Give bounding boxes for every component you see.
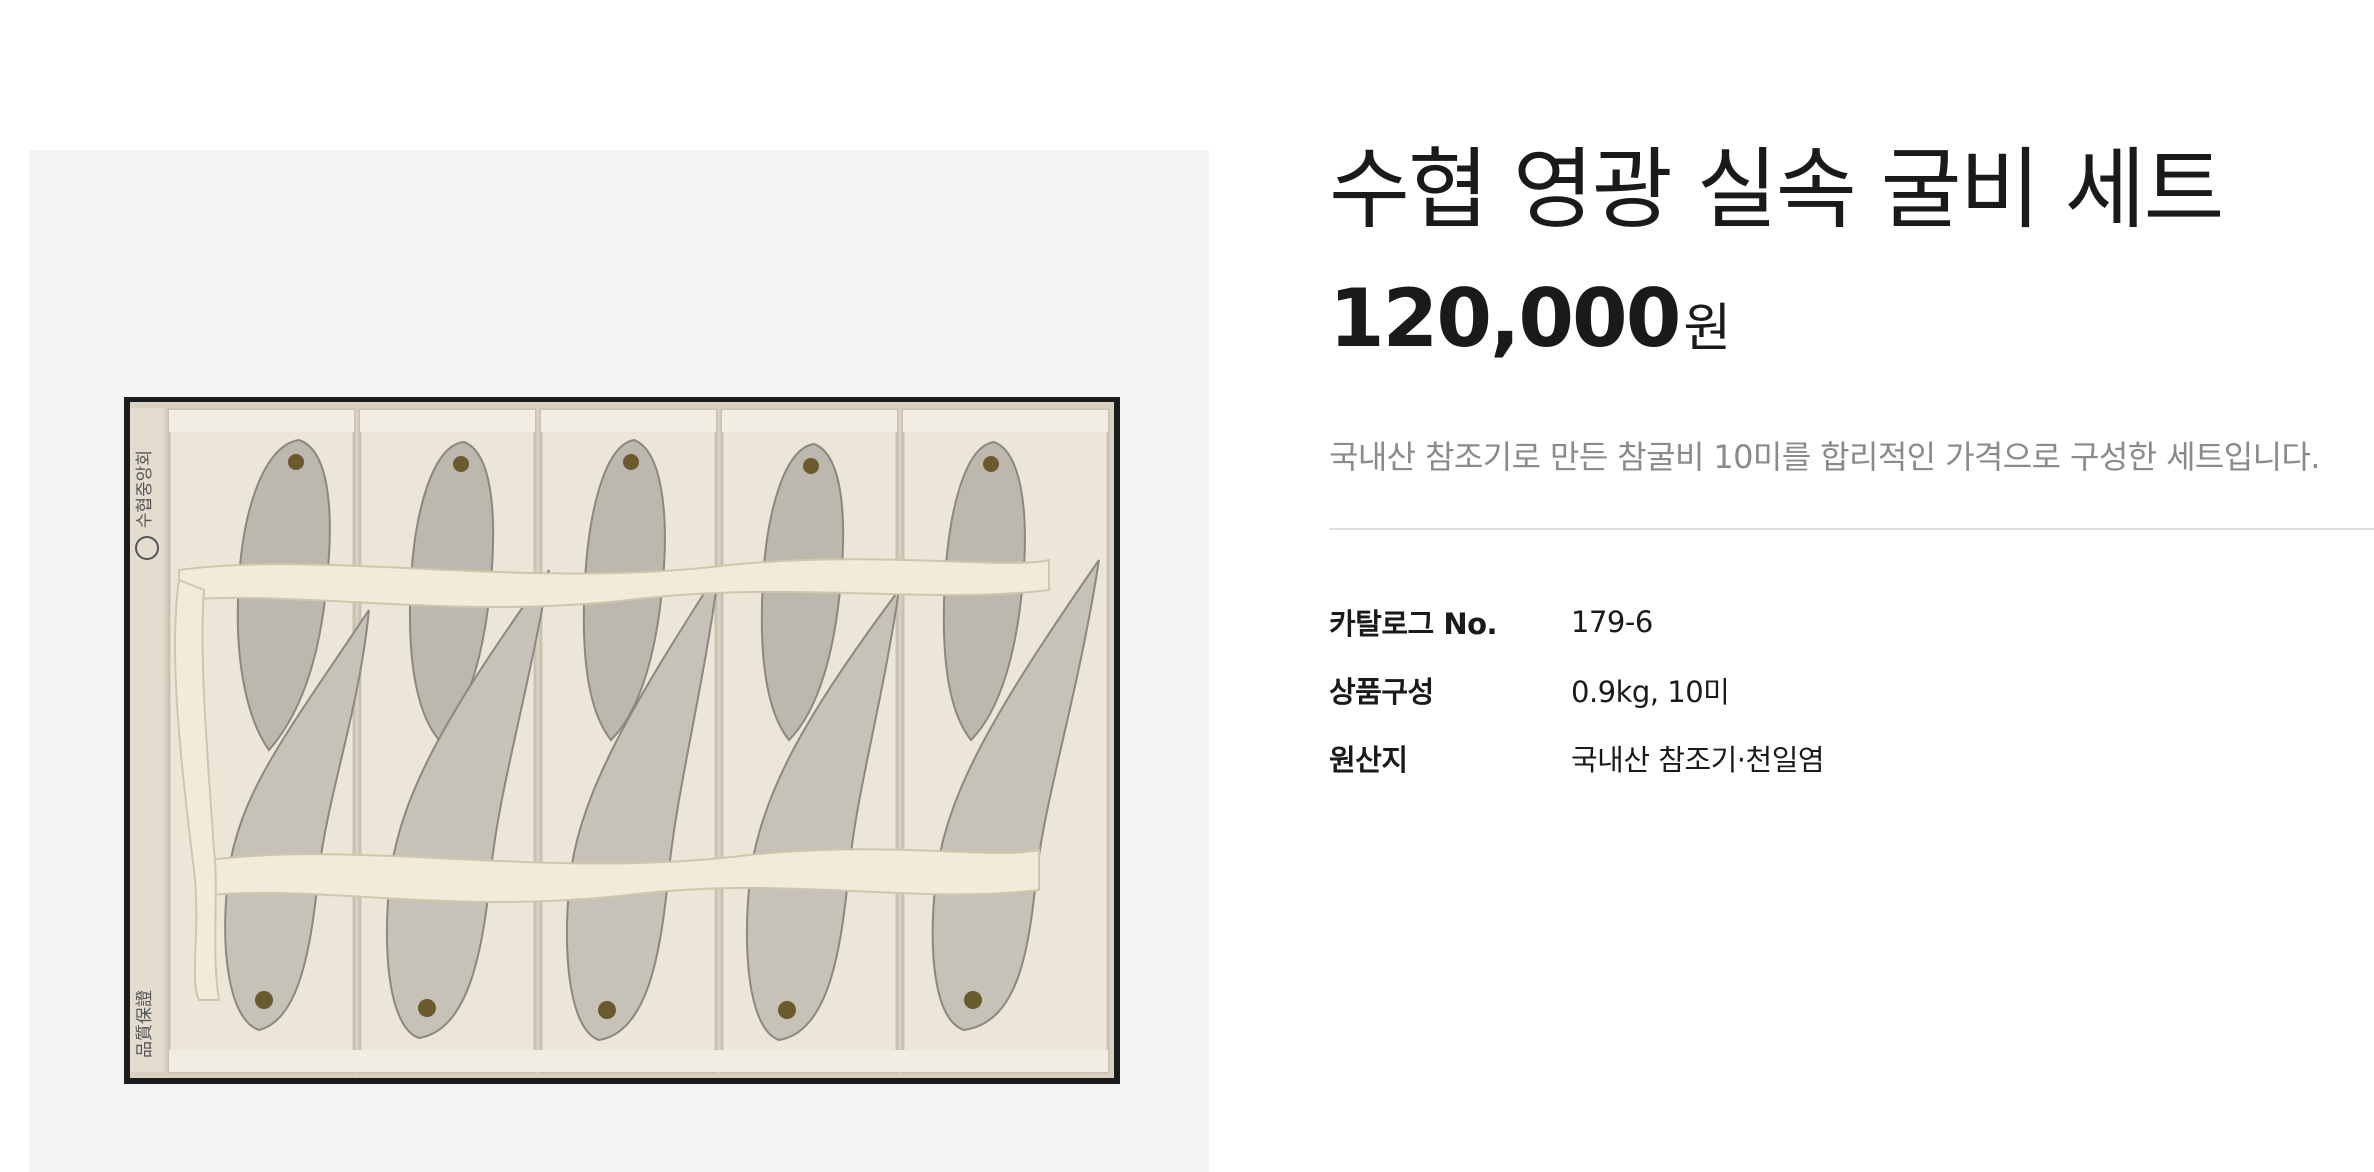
box-label-bottom: 品質保證 — [135, 990, 155, 1058]
product-description: 국내산 참조기로 만든 참굴비 10미를 합리적인 가격으로 구성한 세트입니다… — [1329, 438, 2320, 476]
gift-box-illustration: 수협중앙회 品質保證 — [124, 397, 1120, 1084]
spec-value: 179-6 — [1571, 605, 1653, 639]
spec-value: 국내산 참조기·천일염 — [1571, 743, 1825, 777]
spec-row-origin: 원산지 국내산 참조기·천일염 — [1329, 724, 2374, 792]
spec-row-catalog: 카탈로그 No. 179-6 — [1329, 588, 2374, 656]
product-image: 수협중앙회 品質保證 — [29, 150, 1209, 1172]
product-title: 수협 영광 실속 굴비 세트 — [1329, 138, 2225, 241]
spec-label: 원산지 — [1329, 743, 1408, 777]
price: 120,000 원 — [1329, 272, 2374, 372]
box-label-top: 수협중앙회 — [135, 450, 155, 528]
price-unit: 원 — [1683, 299, 1732, 359]
spec-value: 0.9kg, 10미 — [1571, 675, 1730, 709]
spec-row-composition: 상품구성 0.9kg, 10미 — [1329, 656, 2374, 724]
product-info: 수협 영광 실속 굴비 세트 120,000 원 국내산 참조기로 만든 참굴비… — [1329, 130, 2374, 792]
spec-list: 카탈로그 No. 179-6 상품구성 0.9kg, 10미 원산지 국내산 참… — [1329, 588, 2374, 792]
divider — [1329, 528, 2374, 530]
product-detail-page: 수협중앙회 品質保證 수협 영광 실속 굴비 세트 120,000 원 국내산 … — [0, 0, 2374, 1172]
spec-label: 카탈로그 No. — [1329, 607, 1498, 641]
spec-label: 상품구성 — [1329, 675, 1434, 709]
price-amount: 120,000 — [1329, 272, 1681, 365]
